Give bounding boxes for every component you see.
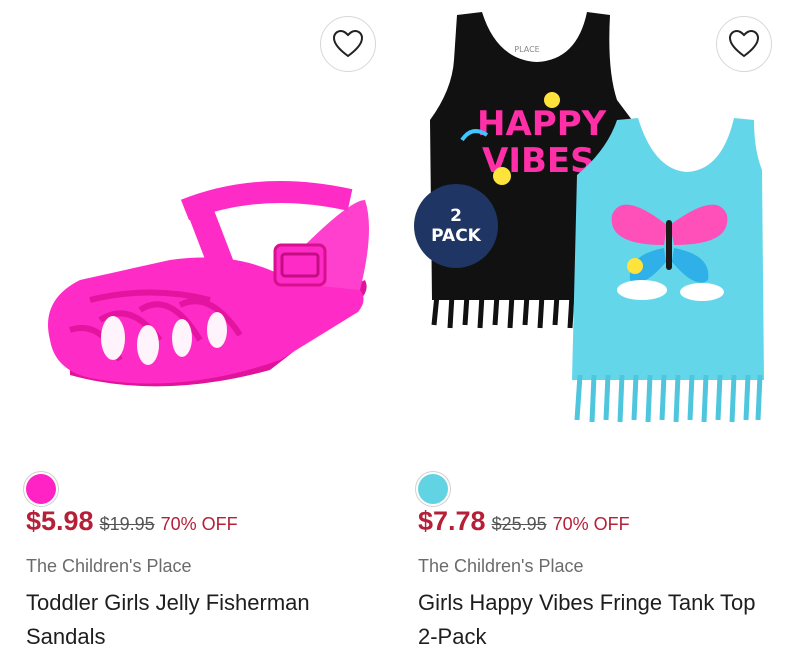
discount-label: 70% OFF <box>552 514 630 534</box>
product-name-link[interactable]: Girls Happy Vibes Fringe Tank Top 2-Pack <box>418 586 768 654</box>
original-price: $25.95 <box>491 514 547 534</box>
graphic-happy-text: HAPPY <box>477 104 607 144</box>
product-card[interactable]: $5.98 $19.95 70% OFF The Children's Plac… <box>10 0 390 659</box>
heart-outline-icon <box>729 30 759 58</box>
brand-name: The Children's Place <box>26 556 192 576</box>
price-row: $7.78 $25.95 70% OFF <box>418 506 630 537</box>
brand-name: The Children's Place <box>418 556 584 576</box>
tag-text: PLACE <box>514 45 539 54</box>
original-price: $19.95 <box>99 514 155 534</box>
badge-count: 2 <box>450 206 462 226</box>
heart-outline-icon <box>333 30 363 58</box>
product-name-link[interactable]: Toddler Girls Jelly Fisherman Sandals <box>26 586 376 654</box>
product-image-sandal[interactable] <box>10 0 390 455</box>
favorite-button[interactable] <box>716 16 772 72</box>
product-card[interactable]: PLACE HAPPY VIBES 2 PACK $7.78 $25.95 70… <box>402 0 782 659</box>
favorite-button[interactable] <box>320 16 376 72</box>
sandal-image <box>48 181 369 387</box>
price-row: $5.98 $19.95 70% OFF <box>26 506 238 537</box>
two-pack-badge: 2 PACK <box>414 184 498 268</box>
product-image-tank-2pack[interactable]: PLACE HAPPY VIBES 2 PACK <box>402 0 782 455</box>
sale-price: $7.78 <box>418 506 486 536</box>
sale-price: $5.98 <box>26 506 94 536</box>
color-swatch[interactable] <box>26 474 56 504</box>
discount-label: 70% OFF <box>160 514 238 534</box>
color-swatch[interactable] <box>418 474 448 504</box>
badge-pack-label: PACK <box>431 226 481 246</box>
